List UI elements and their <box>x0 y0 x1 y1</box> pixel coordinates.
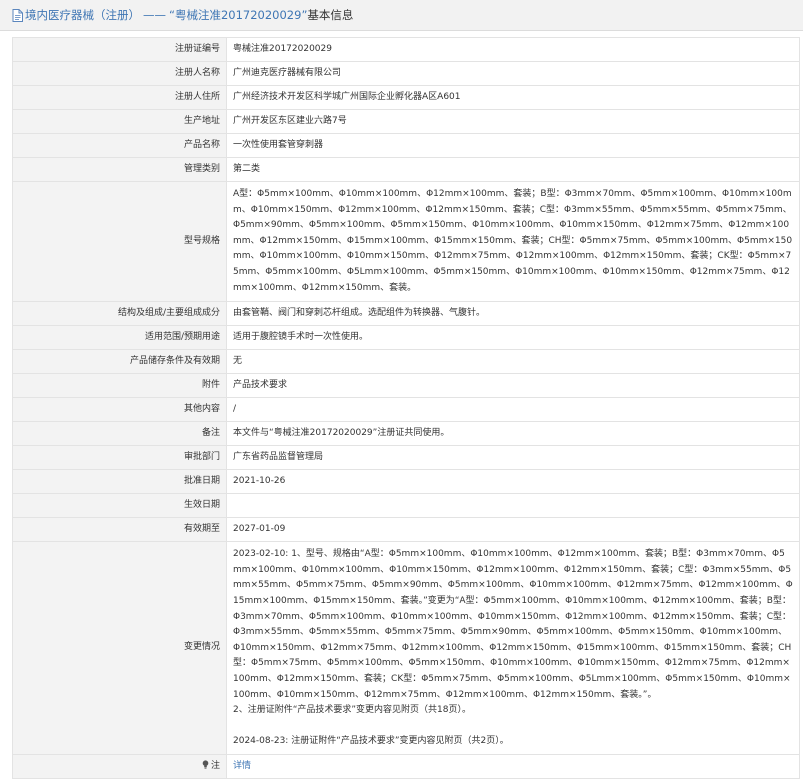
row-value: 2027-01-09 <box>226 517 800 543</box>
change-entry: 2、注册证附件“产品技术要求”变更内容见附页（共18页）。 <box>233 705 472 716</box>
row-label: 备注 <box>12 421 227 447</box>
row-value: 详情 <box>226 754 800 780</box>
breadcrumb-separator: —— <box>143 8 166 22</box>
row-value <box>226 493 800 519</box>
row-label: 注册人名称 <box>12 61 227 86</box>
row-value: 产品技术要求 <box>226 373 800 399</box>
document-icon <box>12 8 23 22</box>
breadcrumb-suffix: 基本信息 <box>307 8 354 22</box>
row-label: 产品储存条件及有效期 <box>12 349 227 375</box>
row-value: 由套管鞘、阀门和穿刺芯杆组成。选配组件为转换器、气腹针。 <box>226 301 800 327</box>
row-label: 管理类别 <box>12 157 227 182</box>
row-label: 注册证编号 <box>12 37 227 62</box>
breadcrumb-type-link[interactable]: （注册） <box>94 8 140 22</box>
detail-table: 注册证编号 粤械注准20172020029 注册人名称 广州迪克医疗器械有限公司 注… <box>12 37 800 780</box>
row-value: 广州开发区东区建业六路7号 <box>226 109 800 134</box>
table-row: 结构及组成/主要组成成分 由套管鞘、阀门和穿刺芯杆组成。选配组件为转换器、气腹针。 <box>12 301 800 327</box>
row-value: 2021-10-26 <box>226 469 800 495</box>
row-label: 附件 <box>12 373 227 399</box>
row-label: 适用范围/预期用途 <box>12 325 227 351</box>
table-row: 其他内容 / <box>12 397 800 423</box>
row-label: 有效期至 <box>12 517 227 543</box>
table-row: 注 详情 <box>12 754 800 780</box>
breadcrumb-category-link[interactable]: 境内医疗器械 <box>25 8 94 22</box>
row-value: 广州迪克医疗器械有限公司 <box>226 61 800 86</box>
row-label: 审批部门 <box>12 445 227 471</box>
row-label: 生效日期 <box>12 493 227 519</box>
row-value: 广州经济技术开发区科学城广州国际企业孵化器A区A601 <box>226 85 800 110</box>
change-history: 2023-02-10: 1、型号、规格由“A型：Φ5mm×100mm、Φ10mm… <box>226 541 800 756</box>
row-value: A型：Φ5mm×100mm、Φ10mm×100mm、Φ12mm×100mm、套装… <box>226 180 800 303</box>
table-row: 产品储存条件及有效期无 <box>12 349 800 375</box>
table-row: 审批部门 广东省药品监督管理局 <box>12 445 800 471</box>
row-label: 变更情况 <box>12 541 227 756</box>
row-value: 无 <box>226 349 800 375</box>
row-label: 注册人住所 <box>12 85 227 110</box>
table-row: 型号规格 A型：Φ5mm×100mm、Φ10mm×100mm、Φ12mm×100m… <box>12 180 800 303</box>
table-row: 批准日期 2021-10-26 <box>12 469 800 495</box>
table-row: 注册人名称 广州迪克医疗器械有限公司 <box>12 61 800 86</box>
row-label: 批准日期 <box>12 469 227 495</box>
row-value: 本文件与“粤械注准20172020029”注册证共同使用。 <box>226 421 800 447</box>
table-row: 注册人住所 广州经济技术开发区科学城广州国际企业孵化器A区A601 <box>12 85 800 110</box>
row-value: 一次性使用套管穿刺器 <box>226 133 800 158</box>
row-label: 生产地址 <box>12 109 227 134</box>
row-label: 型号规格 <box>12 180 227 303</box>
row-label: 产品名称 <box>12 133 227 158</box>
row-label: 注 <box>12 754 227 780</box>
note-label: 注 <box>210 760 220 771</box>
table-row: 附件 产品技术要求 <box>12 373 800 399</box>
table-row: 注册证编号 粤械注准20172020029 <box>12 37 800 62</box>
row-label: 结构及组成/主要组成成分 <box>12 301 227 327</box>
table-row: 管理类别 第二类 <box>12 157 800 182</box>
row-value: 粤械注准20172020029 <box>226 37 800 62</box>
page-header: 境内医疗器械（注册） —— “粤械注准20172020029”基本信息 <box>0 0 803 31</box>
row-label: 其他内容 <box>12 397 227 423</box>
breadcrumb-current: “粤械注准20172020029” <box>169 8 308 22</box>
change-entry: 2024-08-23: 注册证附件“产品技术要求”变更内容见附页（共2页）。 <box>233 735 509 746</box>
change-entry: 2023-02-10: 1、型号、规格由“A型：Φ5mm×100mm、Φ10mm… <box>233 549 793 700</box>
row-value: 适用于腹腔镜手术时一次性使用。 <box>226 325 800 351</box>
table-row: 生产地址 广州开发区东区建业六路7号 <box>12 109 800 134</box>
table-row: 备注 本文件与“粤械注准20172020029”注册证共同使用。 <box>12 421 800 447</box>
table-row: 生效日期 <box>12 493 800 519</box>
breadcrumb: 境内医疗器械（注册） —— “粤械注准20172020029”基本信息 <box>25 7 353 23</box>
table-row: 适用范围/预期用途 适用于腹腔镜手术时一次性使用。 <box>12 325 800 351</box>
table-row: 产品名称 一次性使用套管穿刺器 <box>12 133 800 158</box>
row-value: 第二类 <box>226 157 800 182</box>
lightbulb-icon <box>202 760 209 769</box>
table-row: 变更情况 2023-02-10: 1、型号、规格由“A型：Φ5mm×100mm、… <box>12 541 800 756</box>
detail-table-container: 注册证编号 粤械注准20172020029 注册人名称 广州迪克医疗器械有限公司 注… <box>12 37 800 780</box>
row-value: / <box>226 397 800 423</box>
details-link[interactable]: 详情 <box>233 761 251 771</box>
row-value: 广东省药品监督管理局 <box>226 445 800 471</box>
table-row: 有效期至 2027-01-09 <box>12 517 800 543</box>
